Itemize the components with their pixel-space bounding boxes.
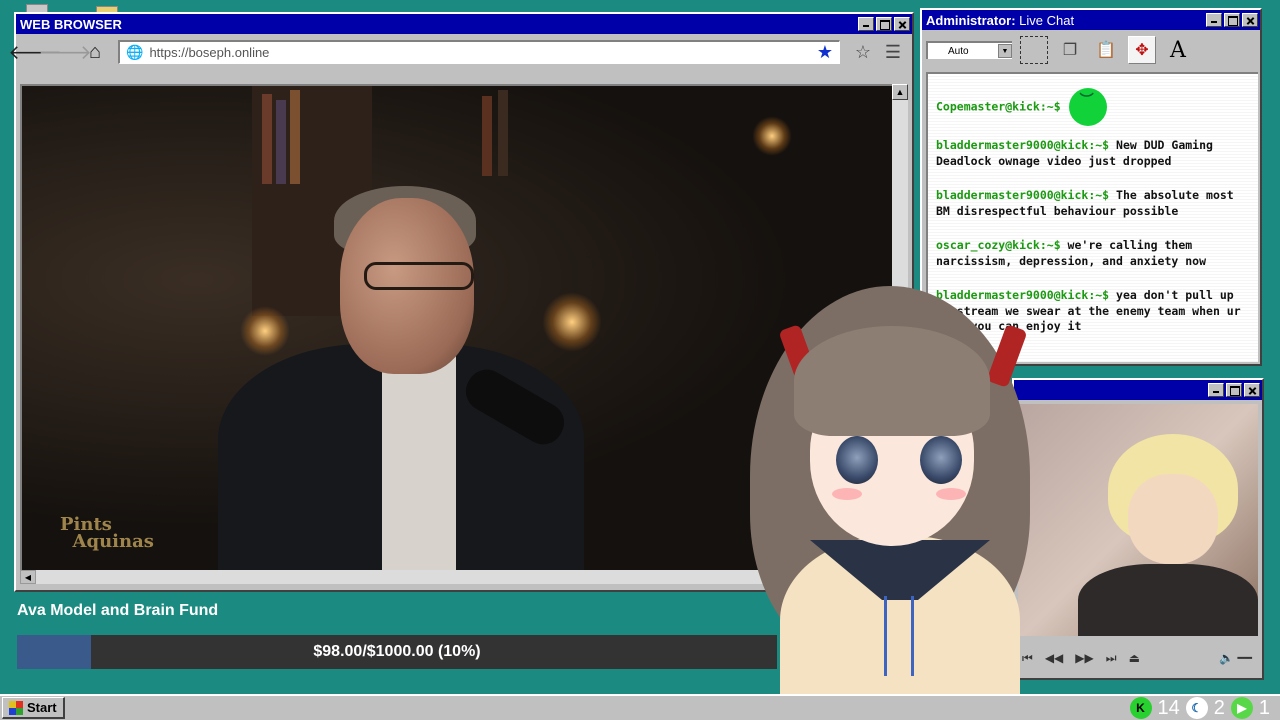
- chat-message: bladdermaster9000@kick:~$ The absolute m…: [936, 188, 1250, 219]
- move-icon[interactable]: ✥: [1128, 36, 1156, 64]
- chat-toolbar: Auto ▼ ❐ 📋 ✥ A: [922, 30, 1260, 70]
- windows-logo-icon: [9, 700, 23, 715]
- person-glasses: [364, 262, 474, 290]
- scroll-left-icon[interactable]: ◀: [20, 570, 36, 584]
- kick-logo-icon[interactable]: K: [1129, 697, 1152, 719]
- chat-title-bold: Administrator:: [926, 12, 1016, 28]
- chat-username: bladdermaster9000@kick:~$: [936, 138, 1110, 152]
- chat-titlebar[interactable]: Administrator: Live Chat: [922, 10, 1260, 30]
- vtuber-eye-right: [920, 436, 962, 484]
- skip-forward-icon[interactable]: ⏭: [1106, 651, 1117, 666]
- copy-icon[interactable]: ❐: [1056, 36, 1084, 64]
- fund-progress-bar: $98.00/$1000.00 (10%): [17, 635, 777, 669]
- fast-forward-icon[interactable]: ▶▶: [1075, 651, 1093, 665]
- vtuber-blush-left: [832, 488, 862, 500]
- font-icon[interactable]: A: [1164, 36, 1192, 64]
- fund-title: Ava Model and Brain Fund: [17, 602, 219, 619]
- chevron-down-icon[interactable]: ▼: [998, 44, 1012, 58]
- play-icon[interactable]: ▶: [1230, 697, 1253, 719]
- minimize-button[interactable]: [858, 17, 874, 31]
- browser-navbar: 🡐 🡒 ⌂ 🌐 https://boseph.online ★ ☆ ☰: [8, 34, 912, 70]
- select-rect-icon[interactable]: [1020, 36, 1048, 64]
- vtuber-bangs: [794, 326, 990, 436]
- vtuber-ribbon-tie: [884, 596, 914, 676]
- chat-username: oscar_cozy@kick:~$: [936, 238, 1061, 252]
- volume-icon[interactable]: 🔈 ━━: [1219, 651, 1252, 665]
- tray-count-c: 1: [1258, 696, 1270, 719]
- chat-username: bladdermaster9000@kick:~$: [936, 188, 1110, 202]
- forward-arrow-icon[interactable]: 🡒: [38, 39, 92, 65]
- maximize-button[interactable]: [1224, 13, 1240, 27]
- menu-icon[interactable]: ☰: [880, 39, 906, 65]
- address-bar[interactable]: 🌐 https://boseph.online ★: [118, 40, 840, 64]
- vtuber-avatar: [740, 266, 1040, 720]
- scroll-up-icon[interactable]: ▲: [892, 84, 908, 100]
- bookmark-star-filled-icon[interactable]: ★: [817, 42, 833, 63]
- minimize-button[interactable]: [1206, 13, 1222, 27]
- fund-progress-text: $98.00/$1000.00 (10%): [313, 643, 481, 660]
- tray-count-b: 2: [1213, 696, 1225, 719]
- chat-message: oscar_cozy@kick:~$ we're calling them na…: [936, 238, 1250, 269]
- vtuber-blush-right: [936, 488, 966, 500]
- lamp-light: [542, 292, 602, 352]
- start-button[interactable]: Start: [2, 697, 65, 719]
- browser-title: WEB BROWSER: [20, 16, 122, 32]
- moon-icon[interactable]: ☾: [1185, 697, 1208, 719]
- book: [482, 96, 492, 176]
- vtuber-eye-left: [836, 436, 878, 484]
- chat-title: Administrator: Live Chat: [926, 13, 1206, 28]
- book: [276, 100, 286, 184]
- maximize-button[interactable]: [1226, 383, 1242, 397]
- tray-count-a: 14: [1157, 696, 1180, 719]
- close-button[interactable]: [1242, 13, 1258, 27]
- chat-message: Copemaster@kick:~$: [936, 88, 1250, 126]
- anime-catboy-image: [1018, 404, 1258, 636]
- close-button[interactable]: [894, 17, 910, 31]
- book: [290, 90, 300, 184]
- minimize-button[interactable]: [1208, 383, 1224, 397]
- close-button[interactable]: [1244, 383, 1260, 397]
- paste-icon[interactable]: 📋: [1092, 36, 1120, 64]
- catboy-sweater: [1078, 564, 1258, 636]
- chat-username: Copemaster@kick:~$: [936, 99, 1061, 114]
- video-watermark-logo: Pints Aquinas: [60, 514, 154, 552]
- book: [498, 90, 508, 176]
- home-icon[interactable]: ⌂: [82, 39, 108, 65]
- chat-message: bladdermaster9000@kick:~$ New DUD Gaming…: [936, 138, 1250, 169]
- system-tray: K 14 ☾ 2 ▶ 1: [1129, 696, 1279, 720]
- browser-titlebar[interactable]: WEB BROWSER: [16, 14, 912, 34]
- chat-title-rest: Live Chat: [1015, 12, 1075, 28]
- bookmark-star-outline-icon[interactable]: ☆: [850, 39, 876, 65]
- viewer-titlebar[interactable]: [1014, 380, 1262, 400]
- maximize-button[interactable]: [876, 17, 892, 31]
- lamp-light: [240, 306, 290, 356]
- media-controls: ⏮ ◀◀ ▶▶ ⏭ ⏏ 🔈 ━━: [1018, 644, 1258, 672]
- lamp-light: [752, 116, 792, 156]
- eject-icon[interactable]: ⏏: [1129, 651, 1140, 665]
- url-text[interactable]: https://boseph.online: [149, 45, 810, 60]
- sad-emote-icon: [1068, 88, 1107, 126]
- taskbar: Start K 14 ☾ 2 ▶ 1: [0, 694, 1280, 720]
- globe-icon: 🌐: [126, 44, 144, 60]
- book: [262, 94, 272, 184]
- catboy-face: [1128, 474, 1218, 564]
- rewind-icon[interactable]: ◀◀: [1045, 651, 1063, 665]
- zoom-select-value: Auto: [948, 45, 969, 57]
- zoom-select[interactable]: Auto ▼: [926, 41, 1012, 59]
- start-label: Start: [27, 700, 57, 715]
- media-viewer-window: ⏮ ◀◀ ▶▶ ⏭ ⏏ 🔈 ━━: [1012, 378, 1264, 680]
